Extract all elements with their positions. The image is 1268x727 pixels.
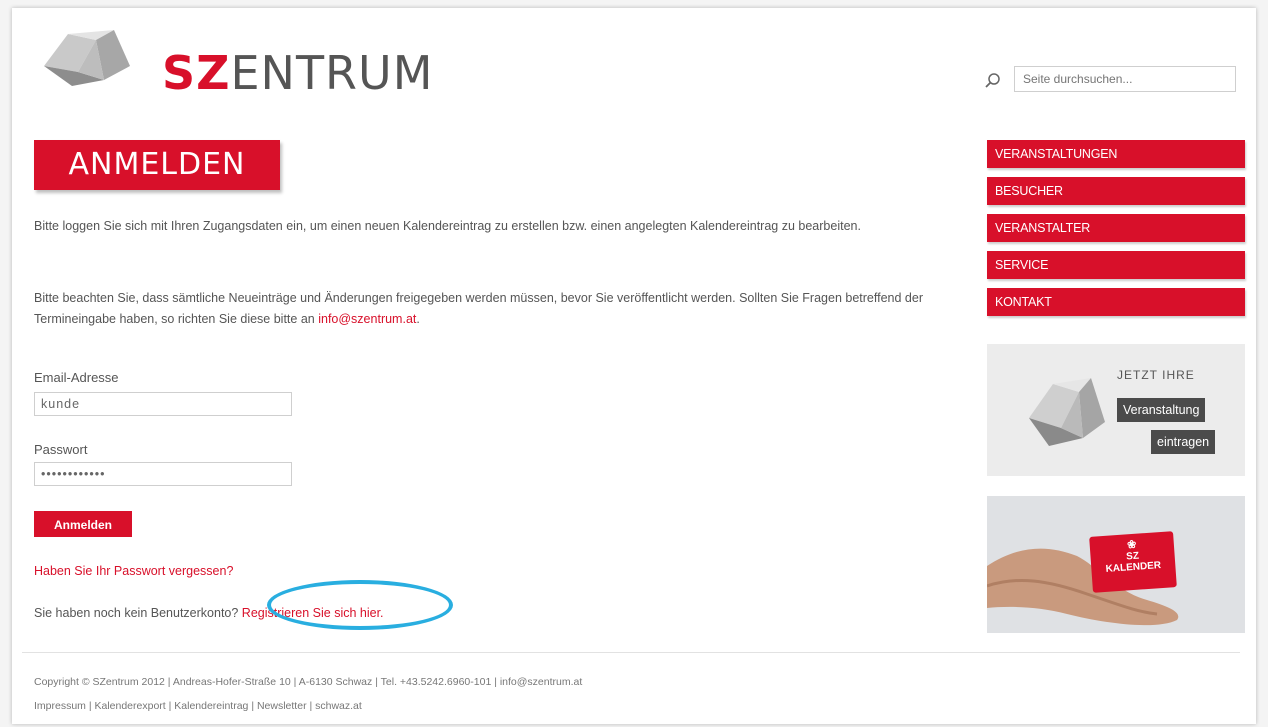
password-label: Passwort [34, 442, 88, 457]
login-button[interactable]: Anmelden [34, 511, 132, 537]
brand-entrum: ENTRUM [230, 46, 434, 100]
notice-body: Bitte beachten Sie, dass sämtliche Neuei… [34, 291, 923, 326]
promo-calendar-banner[interactable]: ❀ SZ KALENDER [987, 496, 1245, 633]
nav-item-service[interactable]: SERVICE [987, 251, 1245, 279]
promo-tag-eintragen: eintragen [1151, 430, 1216, 454]
email-field[interactable] [34, 392, 292, 416]
site-logo[interactable]: SZENTRUM [34, 26, 432, 106]
promo-event-banner[interactable]: JETZT IHRE Veranstaltung eintragen [987, 344, 1245, 476]
brand-name: SZENTRUM [162, 46, 433, 100]
search-icon[interactable] [984, 72, 1002, 90]
page: SZENTRUM ANMELDEN Bitte loggen Sie sich … [12, 8, 1256, 724]
nav-item-veranstaltungen[interactable]: VERANSTALTUNGEN [987, 140, 1245, 168]
nav-item-veranstalter[interactable]: VERANSTALTER [987, 214, 1245, 242]
search-input[interactable] [1014, 66, 1236, 92]
gem-icon [1029, 378, 1105, 446]
nav-item-kontakt[interactable]: KONTAKT [987, 288, 1245, 316]
password-field[interactable] [34, 462, 292, 486]
footer-links[interactable]: Impressum | Kalenderexport | Kalenderein… [34, 700, 362, 712]
sz-kalender-card: ❀ SZ KALENDER [1089, 531, 1177, 593]
promo-heading: JETZT IHRE [1117, 368, 1195, 382]
sidebar-nav: VERANSTALTUNGEN BESUCHER VERANSTALTER SE… [987, 140, 1245, 325]
email-label: Email-Adresse [34, 370, 119, 385]
notice-text: Bitte beachten Sie, dass sämtliche Neuei… [34, 288, 934, 330]
nav-item-besucher[interactable]: BESUCHER [987, 177, 1245, 205]
footer-divider [22, 652, 1240, 653]
promo-tag-veranstaltung: Veranstaltung [1117, 398, 1206, 422]
notice-end: . [416, 312, 420, 326]
page-title: ANMELDEN [34, 140, 280, 190]
brand-sz: SZ [162, 46, 231, 100]
highlight-circle [267, 580, 453, 630]
logo-gem-icon [44, 30, 130, 86]
email-link[interactable]: info@szentrum.at [318, 312, 416, 326]
register-text: Sie haben noch kein Benutzerkonto? [34, 606, 242, 620]
footer-copyright: Copyright © SZentrum 2012 | Andreas-Hofe… [34, 676, 583, 688]
intro-text: Bitte loggen Sie sich mit Ihren Zugangsd… [34, 219, 861, 233]
forgot-password-link[interactable]: Haben Sie Ihr Passwort vergessen? [34, 564, 233, 578]
